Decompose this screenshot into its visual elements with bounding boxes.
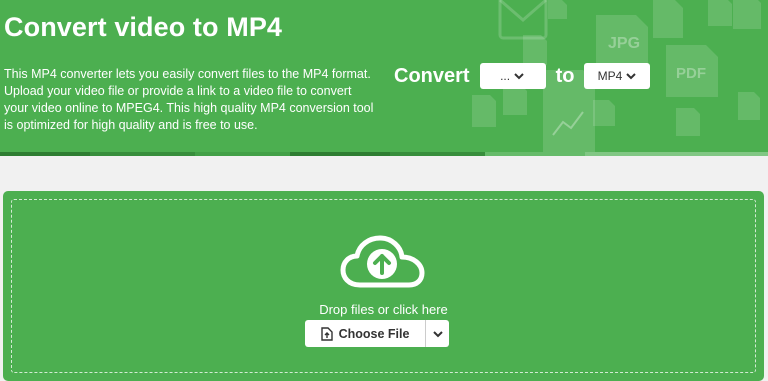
page-description: This MP4 converter lets you easily conve… bbox=[4, 67, 374, 132]
choose-file-control: Choose File bbox=[305, 320, 449, 347]
document-icon bbox=[472, 95, 496, 127]
image-file-icon bbox=[653, 0, 683, 38]
drop-prompt: Drop files or click here bbox=[319, 302, 448, 317]
file-drop-zone[interactable]: Drop files or click here Choose File bbox=[3, 191, 764, 381]
to-format-value: MP4 bbox=[597, 69, 623, 83]
format-selector-row: Convert ... to MP4 bbox=[394, 63, 651, 89]
envelope-flap bbox=[499, 0, 547, 22]
choose-file-label: Choose File bbox=[338, 326, 410, 341]
choose-file-button[interactable]: Choose File bbox=[305, 320, 425, 347]
from-format-select[interactable]: ... bbox=[479, 63, 546, 89]
chevron-down-icon bbox=[514, 73, 524, 80]
hero-banner: JPG PDF Convert video to MP4 This MP4 co… bbox=[0, 0, 768, 155]
jpg-label: JPG bbox=[608, 35, 640, 52]
document-icon bbox=[523, 35, 547, 65]
upload-source-dropdown[interactable] bbox=[425, 320, 449, 347]
to-label: to bbox=[555, 64, 575, 87]
document-icon bbox=[593, 100, 615, 126]
from-format-value: ... bbox=[500, 69, 511, 83]
progress-stripe bbox=[0, 152, 768, 156]
convert-label: Convert bbox=[394, 64, 470, 87]
document-icon bbox=[676, 108, 700, 136]
to-format-select[interactable]: MP4 bbox=[584, 63, 651, 89]
file-upload-icon bbox=[320, 326, 333, 341]
chevron-down-icon bbox=[626, 73, 637, 80]
pdf-label: PDF bbox=[676, 65, 706, 82]
chevron-down-icon bbox=[432, 330, 443, 337]
document-icon bbox=[708, 0, 732, 26]
document-icon bbox=[733, 0, 761, 29]
cloud-upload-icon bbox=[340, 235, 425, 288]
page-title: Convert video to MP4 bbox=[4, 12, 283, 42]
document-icon bbox=[738, 92, 760, 120]
document-icon bbox=[548, 0, 567, 19]
document-icon bbox=[503, 85, 527, 115]
